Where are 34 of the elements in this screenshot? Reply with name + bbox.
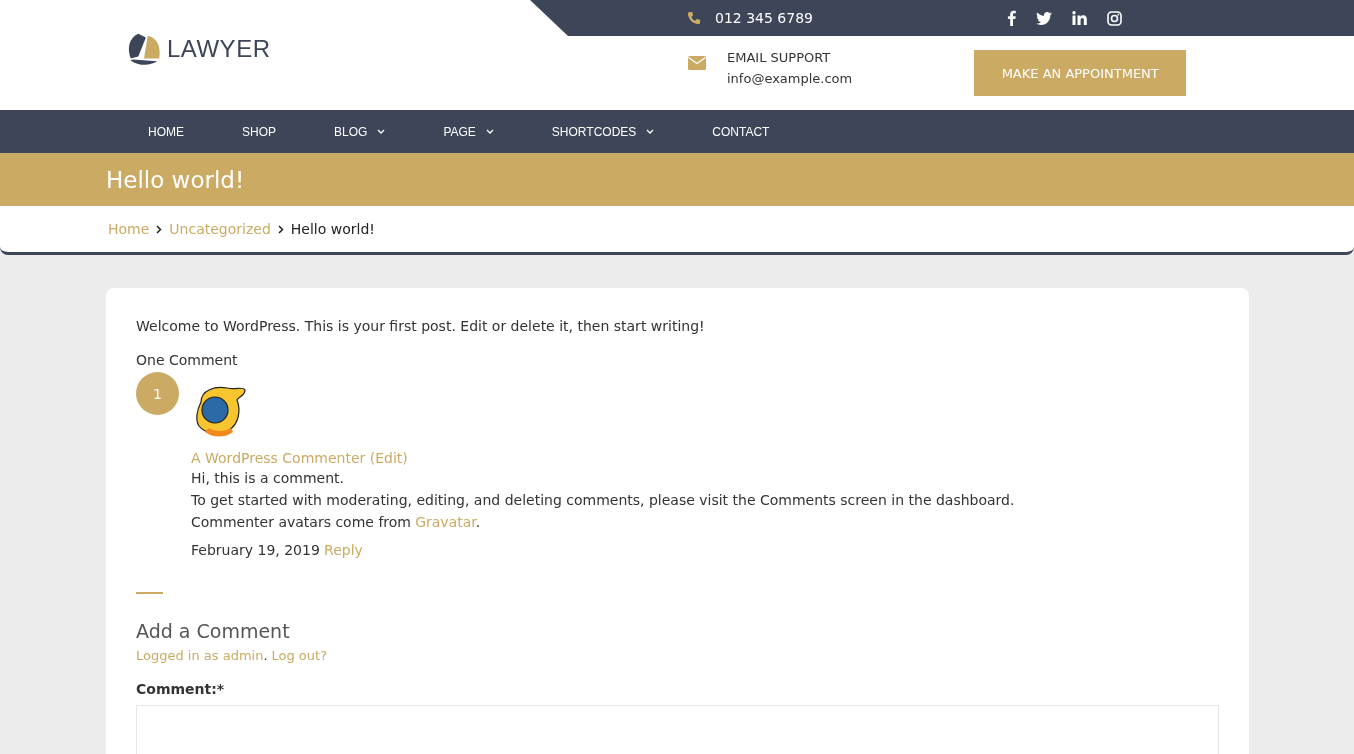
comments-heading: One Comment [136,352,239,368]
nav-link[interactable]: SHOP [242,124,276,139]
post-text: Welcome to WordPress. This is your first post. Edit or delete it, then start writing! [136,318,706,334]
envelope-icon [688,56,706,70]
chevron-down-icon[interactable] [377,129,386,134]
nav-link[interactable]: PAGE [443,124,476,139]
instagram-icon[interactable] [1107,10,1122,26]
nav-link[interactable]: HOME [148,124,184,139]
comment-text: To get started with moderating, editing, and deleting comments, please visit the Comments screen in the dashboard. [191,492,1015,508]
nav-link[interactable]: SHORTCODES [551,124,637,139]
linkedin-icon[interactable] [1072,11,1087,25]
page-title: Hello world! [106,166,245,193]
chevron-down-icon[interactable] [646,129,655,134]
chevron-right-icon [277,224,284,234]
phone-number: 012 345 6789 [715,10,813,26]
email-address[interactable]: info@example.com [727,71,853,86]
comment-text: Commenter avatars come from [191,514,411,530]
twitter-icon[interactable] [1036,11,1052,25]
separator-text: . [263,648,268,663]
form-heading: Add a Comment [136,620,291,642]
facebook-icon[interactable] [1007,10,1016,26]
comment-label: Comment:* [136,681,226,697]
logo-text[interactable]: LAWYER [167,35,271,63]
chevron-right-icon [156,224,163,234]
email-label: EMAIL SUPPORT [727,50,832,65]
phone-icon [687,11,701,25]
breadcrumb-current: Hello world! [290,221,375,237]
nav-link[interactable]: CONTACT [712,124,770,139]
comment-number: 1 [136,372,179,415]
nav-link[interactable]: BLOG [334,124,368,139]
comment-date: February 19, 2019 [191,542,320,558]
chevron-down-icon[interactable] [485,129,494,134]
comment-text: Hi, this is a comment. [191,470,345,486]
comment-text-end: . [475,514,481,530]
